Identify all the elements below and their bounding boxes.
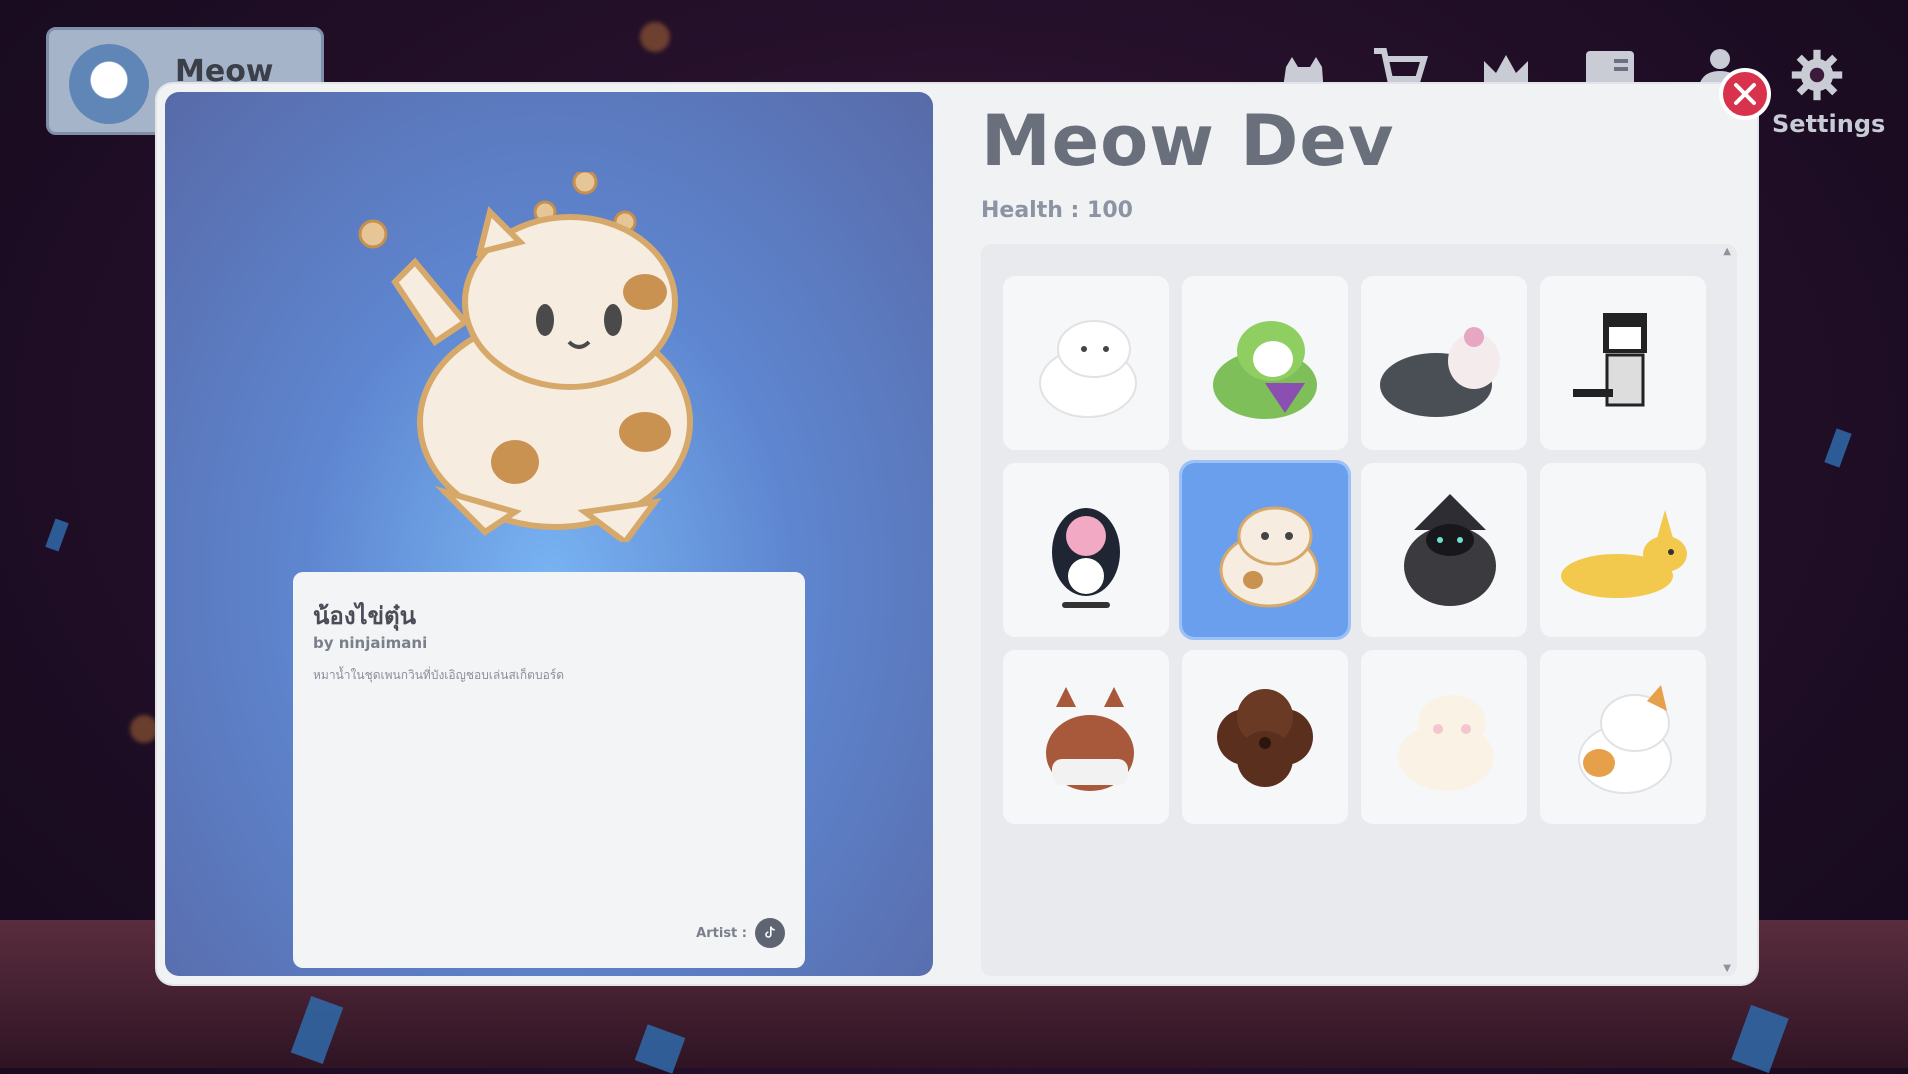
- settings-button[interactable]: Settings: [1772, 48, 1886, 138]
- close-button[interactable]: [1719, 68, 1771, 120]
- character-grid: [1003, 276, 1706, 824]
- character-info-card: น้องไข่ตุ๋น by ninjaimani หมาน้ำในชุดเพน…: [293, 572, 805, 968]
- character-cell-calico-cat[interactable]: [1540, 650, 1706, 824]
- scroll-up-icon[interactable]: ▲: [1723, 246, 1731, 257]
- scroll-down-icon[interactable]: ▼: [1723, 963, 1731, 974]
- character-cell-cow-seal[interactable]: [1179, 460, 1351, 640]
- close-icon: [1734, 83, 1756, 105]
- character-cell-bandage-cat[interactable]: [1003, 650, 1169, 824]
- gear-icon: [1791, 49, 1843, 101]
- character-cell-yellow-dino[interactable]: [1540, 463, 1706, 637]
- character-showcase: น้องไข่ตุ๋น by ninjaimani หมาน้ำในชุดเพน…: [165, 92, 933, 976]
- character-name: น้องไข่ตุ๋น: [313, 602, 417, 630]
- character-author: by ninjaimani: [313, 634, 428, 652]
- character-cell-cream-cat[interactable]: [1361, 650, 1527, 824]
- character-description: หมาน้ำในชุดเพนกวินที่บังเอิญชอบเล่นสเก็ต…: [313, 668, 565, 682]
- crystal: [45, 518, 69, 552]
- artist-label: Artist :: [696, 925, 747, 941]
- glow-orb: [640, 22, 670, 52]
- character-cell-pixel-girl[interactable]: [1540, 276, 1706, 450]
- settings-label: Settings: [1772, 110, 1886, 138]
- character-cell-hooded-cat[interactable]: [1361, 463, 1527, 637]
- tiktok-icon[interactable]: [755, 918, 785, 948]
- character-grid-panel[interactable]: ▲ ▼: [981, 244, 1737, 976]
- modal-title: Meow Dev: [981, 100, 1395, 182]
- character-cell-white-cat[interactable]: [1003, 276, 1169, 450]
- character-cell-cloak-cat[interactable]: [1361, 276, 1527, 450]
- character-cell-dino-cat[interactable]: [1182, 276, 1348, 450]
- character-artwork: [358, 172, 693, 542]
- avatar: [69, 44, 149, 124]
- character-cell-brown-fluff[interactable]: [1182, 650, 1348, 824]
- character-modal: น้องไข่ตุ๋น by ninjaimani หมาน้ำในชุดเพน…: [157, 84, 1757, 984]
- glow-orb: [130, 715, 158, 743]
- health-stat: Health : 100: [981, 198, 1133, 223]
- crystal: [1824, 428, 1852, 468]
- artist-row: Artist :: [696, 918, 785, 948]
- character-cell-penguin-axolotl[interactable]: [1003, 463, 1169, 637]
